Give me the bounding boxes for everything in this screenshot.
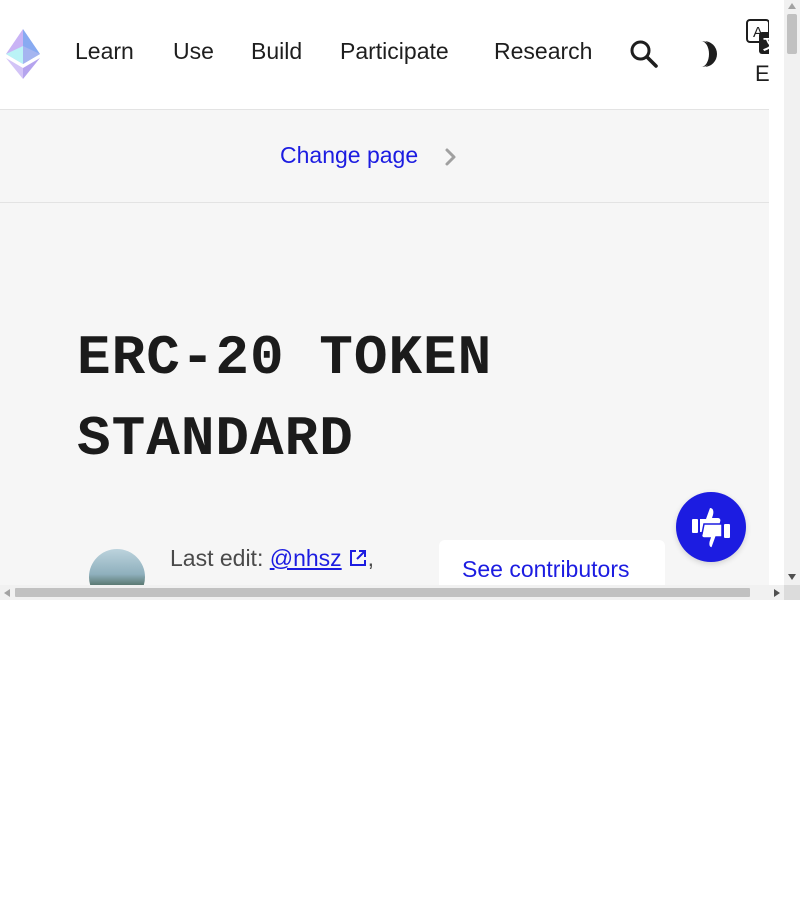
language-label: EN (755, 61, 769, 86)
vertical-scroll-thumb[interactable] (787, 14, 797, 54)
scroll-right-arrow-icon[interactable] (774, 589, 780, 597)
vertical-scrollbar[interactable] (784, 0, 800, 585)
translate-icon: A 文 (746, 19, 769, 54)
page: Learn Use Build Participate Research A 文 (0, 0, 769, 585)
page-gutter (769, 0, 784, 585)
horizontal-scroll-thumb[interactable] (15, 588, 750, 597)
last-edit: Last edit: @nhsz, (170, 545, 374, 572)
horizontal-scrollbar[interactable] (0, 585, 784, 600)
page-title: ERC-20 TOKEN STANDARD (77, 326, 493, 471)
editor-link[interactable]: @nhsz (270, 545, 342, 571)
see-contributors-button[interactable]: See contributors (439, 540, 665, 585)
top-navigation: Learn Use Build Participate Research A 文 (0, 0, 769, 110)
nav-participate[interactable]: Participate (340, 38, 449, 65)
change-page-button[interactable]: Change page (280, 142, 418, 169)
thumbs-feedback-icon (692, 508, 730, 548)
scrollbar-corner (784, 585, 800, 600)
search-icon[interactable] (629, 39, 659, 69)
scroll-up-arrow-icon[interactable] (788, 3, 796, 9)
nav-learn[interactable]: Learn (75, 38, 134, 65)
scroll-left-arrow-icon[interactable] (4, 589, 10, 597)
avatar (89, 549, 145, 585)
browser-viewport: Learn Use Build Participate Research A 文 (0, 0, 800, 600)
last-edit-label: Last edit: (170, 545, 264, 571)
see-contributors-label: See contributors (462, 556, 630, 582)
chevron-right-icon[interactable] (442, 145, 460, 169)
feedback-button[interactable] (676, 492, 746, 562)
change-page-bar: Change page (0, 110, 769, 203)
ethereum-logo-icon[interactable] (5, 28, 41, 80)
scroll-down-arrow-icon[interactable] (788, 574, 796, 580)
language-button[interactable]: A 文 EN (745, 18, 769, 90)
nav-research[interactable]: Research (494, 38, 592, 65)
dark-mode-icon[interactable] (691, 40, 719, 68)
nav-use[interactable]: Use (173, 38, 214, 65)
nav-build[interactable]: Build (251, 38, 302, 65)
separator: , (367, 545, 375, 571)
external-link-icon[interactable] (348, 548, 368, 568)
